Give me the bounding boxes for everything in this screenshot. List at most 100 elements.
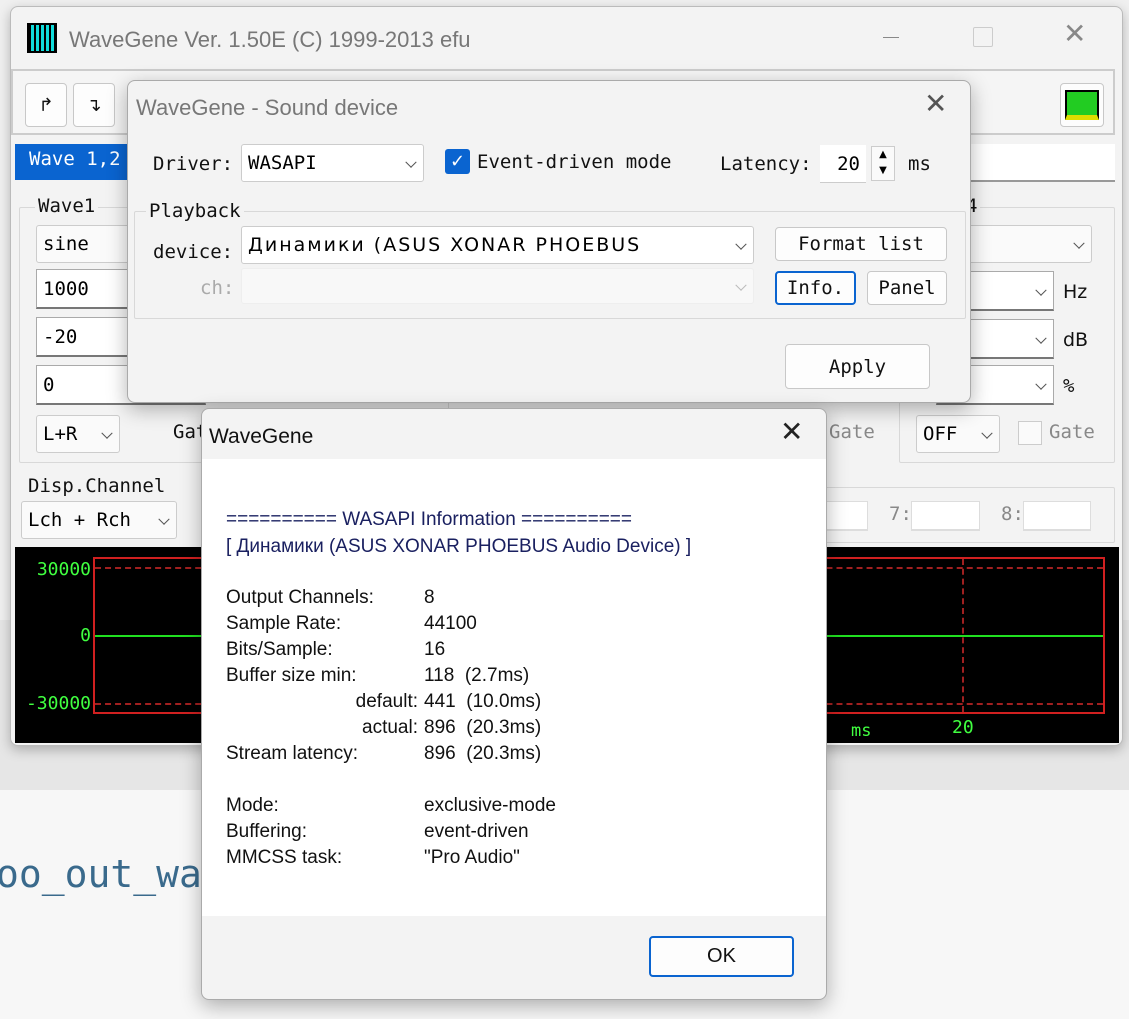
ok-label: OK — [707, 945, 736, 967]
info-body: ========== WASAPI Information ==========… — [202, 459, 826, 916]
dialog-title: WaveGene — [209, 425, 314, 448]
ch-select[interactable] — [241, 268, 754, 304]
tab-wave-1-2[interactable]: Wave 1,2 — [15, 144, 135, 180]
disp-channel-label: Disp.Channel — [28, 475, 166, 497]
info-row-key: Mode: — [226, 795, 279, 816]
chevron-down-icon — [1035, 284, 1047, 296]
gate-mode-select[interactable]: OFF — [916, 415, 1000, 453]
chevron-down-icon — [981, 427, 993, 439]
info-row-key: MMCSS task: — [226, 847, 343, 868]
sound-device-button[interactable] — [1060, 83, 1104, 127]
info-row-value: 44100 — [424, 613, 477, 634]
maximize-button[interactable] — [973, 27, 993, 47]
chevron-down-icon — [158, 513, 170, 525]
wave-type-value: sine — [43, 233, 89, 255]
ch7-label: 7: — [889, 503, 912, 525]
ch6-field[interactable] — [821, 501, 868, 531]
info-row-value: 441 (10.0ms) — [424, 691, 542, 712]
hz-unit: Hz — [1063, 281, 1088, 303]
info-device: [ Динамики (ASUS XONAR PHOEBUS Audio Dev… — [226, 536, 692, 557]
driver-value: WASAPI — [248, 152, 317, 174]
level-value: -20 — [43, 325, 78, 348]
x-tick-label: 20 — [952, 717, 974, 738]
info-dialog: WaveGene ✕ ========== WASAPI Information… — [201, 408, 827, 1000]
frequency-value: 1000 — [43, 277, 89, 300]
info-row-value: 8 — [424, 587, 435, 608]
sound-card-icon — [1065, 90, 1099, 120]
phase-value: 0 — [43, 373, 55, 396]
playback-label: Playback — [146, 200, 244, 222]
chevron-down-icon — [1035, 332, 1047, 344]
event-driven-label: Event-driven mode — [477, 151, 672, 173]
info-row-value: 896 (20.3ms) — [424, 743, 542, 764]
chevron-down-icon — [405, 156, 417, 168]
event-driven-checkbox[interactable]: ✓ — [445, 149, 470, 174]
close-button[interactable]: ✕ — [780, 415, 803, 448]
ch7-field[interactable] — [911, 501, 980, 531]
sound-device-dialog: WaveGene - Sound device ✕ Driver: WASAPI… — [127, 80, 971, 403]
tab-label: Wave 1,2 — [29, 148, 121, 170]
gate-checkbox[interactable] — [1018, 421, 1042, 445]
save-settings-button[interactable]: ↴ — [73, 83, 115, 127]
latency-input[interactable]: 20 — [820, 145, 866, 183]
info-button[interactable]: Info. — [775, 271, 856, 305]
minimize-button[interactable] — [883, 37, 899, 38]
info-row-value: 118 (2.7ms) — [424, 665, 530, 686]
latency-spinner[interactable]: ▲ ▼ — [871, 146, 895, 181]
load-settings-button[interactable]: ↱ — [25, 83, 67, 127]
info-row-value: exclusive-mode — [424, 795, 556, 816]
info-row-key: default: — [355, 691, 418, 712]
info-row-value: 16 — [424, 639, 446, 660]
device-label: device: — [153, 241, 234, 263]
ch8-field[interactable] — [1023, 501, 1091, 531]
info-row-value: "Pro Audio" — [424, 847, 520, 868]
dialog-title: WaveGene - Sound device — [136, 95, 399, 120]
chevron-down-icon — [1073, 237, 1085, 249]
device-select[interactable]: Динамики (ASUS XONAR PHOEBUS — [241, 226, 754, 264]
chevron-down-icon — [735, 238, 747, 250]
info-row-key: Buffer size min: — [226, 665, 357, 686]
y-zero-label: 0 — [80, 625, 91, 646]
device-value: Динамики (ASUS XONAR PHOEBUS — [248, 234, 642, 256]
info-row-key: Bits/Sample: — [226, 639, 333, 660]
disp-channel-select[interactable]: Lch + Rch — [21, 501, 177, 539]
info-row-key: Stream latency: — [226, 743, 358, 764]
driver-select[interactable]: WASAPI — [241, 144, 424, 182]
info-row-value: event-driven — [424, 821, 529, 842]
close-button[interactable]: ✕ — [1063, 17, 1086, 50]
app-icon — [27, 23, 57, 53]
wave1-label: Wave1 — [35, 195, 99, 217]
latency-value: 20 — [837, 152, 860, 175]
window-title: WaveGene Ver. 1.50E (C) 1999-2013 efu — [69, 27, 471, 52]
ch8-label: 8: — [1001, 503, 1024, 525]
format-list-button[interactable]: Format list — [775, 227, 947, 261]
x-unit-label: ms — [851, 721, 872, 741]
channel-select[interactable]: L+R — [36, 415, 120, 453]
info-row-value: 896 (20.3ms) — [424, 717, 542, 738]
y-max-label: 30000 — [36, 559, 91, 580]
info-header: ========== WASAPI Information ========== — [226, 509, 632, 530]
panel-button[interactable]: Panel — [867, 271, 947, 305]
db-unit: dB — [1063, 329, 1089, 351]
ch-label: ch: — [200, 277, 235, 299]
gate-label-3: Gate — [829, 421, 875, 443]
info-row-key: Output Channels: — [226, 587, 374, 608]
channel-value: L+R — [43, 423, 78, 445]
close-button[interactable]: ✕ — [924, 87, 947, 120]
driver-label: Driver: — [153, 153, 234, 175]
percent-unit: % — [1063, 375, 1075, 397]
y-min-label: -30000 — [25, 693, 91, 714]
info-row-key: Sample Rate: — [226, 613, 342, 634]
background-text: oo_out_wa — [0, 852, 202, 896]
ok-button[interactable]: OK — [649, 936, 794, 977]
apply-button[interactable]: Apply — [785, 344, 930, 389]
latency-label: Latency: — [720, 153, 812, 175]
latency-unit: ms — [908, 153, 931, 175]
info-row-key: actual: — [362, 717, 418, 738]
chevron-down-icon — [101, 427, 113, 439]
chevron-down-icon — [735, 279, 747, 291]
info-row-key: Buffering: — [226, 821, 307, 842]
chevron-down-icon — [1035, 378, 1047, 390]
gate-mode-value: OFF — [923, 423, 958, 445]
gate-label-4: Gate — [1049, 421, 1095, 443]
